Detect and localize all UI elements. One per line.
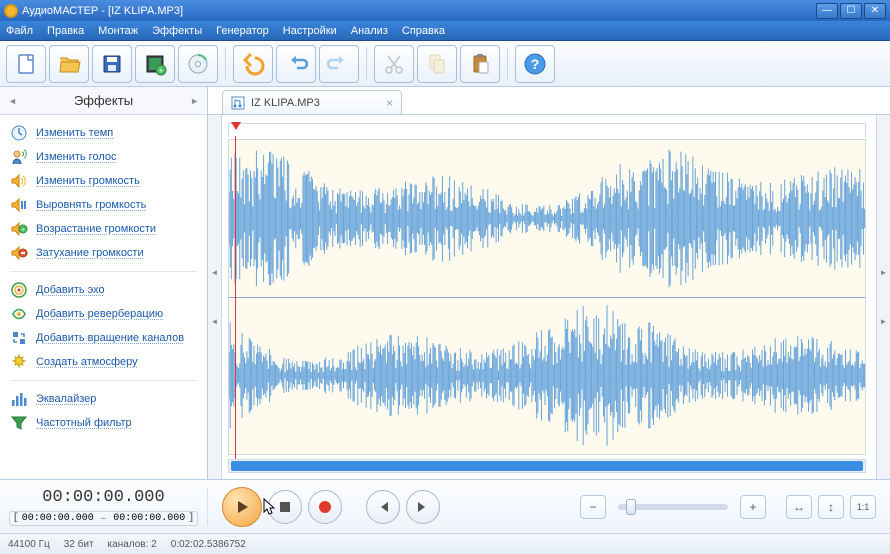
tab-close-icon[interactable]: × (386, 96, 393, 110)
app-icon (4, 4, 18, 18)
timeline-ruler[interactable] (228, 123, 866, 137)
playhead-marker[interactable] (231, 122, 241, 130)
fit-vertical-button[interactable]: ↕ (818, 495, 844, 519)
effects-list: Изменить темп Изменить голос Изменить гр… (0, 115, 207, 479)
effect-fade-in[interactable]: +Возрастание громкости (0, 217, 207, 241)
skip-end-button[interactable] (406, 490, 440, 524)
effect-fade-out[interactable]: Затухание громкости (0, 241, 207, 265)
range-to-input[interactable] (110, 513, 188, 524)
toolbar: + ? (0, 41, 890, 87)
open-button[interactable] (49, 45, 89, 83)
status-bitdepth: 32 бит (64, 539, 94, 550)
effect-equalizer[interactable]: Эквалайзер (0, 387, 207, 411)
undo-button[interactable] (276, 45, 316, 83)
zoom-1to1-button[interactable]: 1:1 (850, 495, 876, 519)
menu-file[interactable]: Файл (6, 25, 33, 37)
waveform-display[interactable] (228, 139, 866, 455)
menu-generator[interactable]: Генератор (216, 25, 269, 37)
menubar: Файл Правка Монтаж Эффекты Генератор Нас… (0, 21, 890, 41)
cut-button[interactable] (374, 45, 414, 83)
menu-help[interactable]: Справка (402, 25, 445, 37)
fit-horizontal-button[interactable]: ↔ (786, 495, 812, 519)
effect-change-tempo[interactable]: Изменить темп (0, 121, 207, 145)
play-button[interactable] (222, 487, 262, 527)
zoom-out-button[interactable]: − (580, 495, 606, 519)
waveform-right-channel (229, 297, 865, 454)
undo-big-button[interactable] (233, 45, 273, 83)
audio-file-icon (231, 96, 245, 110)
svg-text:+: + (159, 66, 164, 75)
effect-frequency-filter[interactable]: Частотный фильтр (0, 411, 207, 435)
effect-change-voice[interactable]: Изменить голос (0, 145, 207, 169)
sidebar-header: ◄ Эффекты ► (0, 87, 207, 115)
skip-start-button[interactable] (366, 490, 400, 524)
stop-button[interactable] (268, 490, 302, 524)
minimize-button[interactable]: — (816, 3, 838, 19)
zoom-slider-knob[interactable] (626, 499, 636, 515)
chevron-right-icon[interactable]: ► (190, 96, 199, 106)
chevron-left-icon[interactable]: ◄ (8, 96, 17, 106)
status-duration: 0:02:02.5386752 (171, 539, 246, 550)
redo-button[interactable] (319, 45, 359, 83)
effect-normalize-volume[interactable]: Выровнять громкость (0, 193, 207, 217)
menu-montage[interactable]: Монтаж (98, 25, 138, 37)
new-button[interactable] (6, 45, 46, 83)
video-button[interactable]: + (135, 45, 175, 83)
effects-sidebar: ◄ Эффекты ► Изменить темп Изменить голос… (0, 87, 208, 479)
tabbar: IZ KLIPA.MP3 × (208, 87, 890, 115)
range-from-input[interactable] (19, 513, 97, 524)
save-button[interactable] (92, 45, 132, 83)
statusbar: 44100 Гц 32 бит каналов: 2 0:02:02.53867… (0, 533, 890, 554)
window-title: АудиоМАСТЕР - [IZ KLIPA.MP3] (22, 5, 183, 17)
right-gutter: ►► (876, 115, 890, 479)
close-button[interactable]: ✕ (864, 3, 886, 19)
left-gutter: ◄◄ (208, 115, 222, 479)
copy-button[interactable] (417, 45, 457, 83)
selection-range: [ – ] (9, 511, 199, 526)
sidebar-title: Эффекты (74, 93, 133, 108)
menu-settings[interactable]: Настройки (283, 25, 337, 37)
waveform-left-channel (229, 140, 865, 297)
cd-button[interactable] (178, 45, 218, 83)
menu-analysis[interactable]: Анализ (351, 25, 388, 37)
horizontal-scrollbar[interactable] (228, 459, 866, 473)
help-button[interactable]: ? (515, 45, 555, 83)
maximize-button[interactable]: ☐ (840, 3, 862, 19)
status-channels: каналов: 2 (108, 539, 157, 550)
status-samplerate: 44100 Гц (8, 539, 50, 550)
record-button[interactable] (308, 490, 342, 524)
menu-edit[interactable]: Правка (47, 25, 84, 37)
tab-label: IZ KLIPA.MP3 (251, 97, 320, 109)
zoom-slider[interactable] (618, 504, 728, 510)
current-time: 00:00:00.000 (42, 488, 164, 507)
effect-change-volume[interactable]: Изменить громкость (0, 169, 207, 193)
time-display-section: 00:00:00.000 [ – ] (0, 488, 208, 526)
menu-effects[interactable]: Эффекты (152, 25, 202, 37)
svg-text:?: ? (531, 56, 540, 72)
effect-create-atmosphere[interactable]: Создать атмосферу (0, 350, 207, 374)
zoom-in-button[interactable]: + (740, 495, 766, 519)
playback-controls (208, 487, 440, 527)
main-area: IZ KLIPA.MP3 × ◄◄ ►► (208, 87, 890, 479)
paste-button[interactable] (460, 45, 500, 83)
transport-bar: 00:00:00.000 [ – ] − + ↔ ↕ 1:1 (0, 479, 890, 533)
effect-add-reverb[interactable]: Добавить реверберацию (0, 302, 207, 326)
effect-add-echo[interactable]: Добавить эхо (0, 278, 207, 302)
titlebar: АудиоМАСТЕР - [IZ KLIPA.MP3] — ☐ ✕ (0, 0, 890, 21)
svg-text:+: + (21, 227, 25, 234)
file-tab[interactable]: IZ KLIPA.MP3 × (222, 90, 402, 114)
zoom-controls: − + ↔ ↕ 1:1 (580, 495, 890, 519)
scrollbar-thumb[interactable] (231, 461, 863, 471)
effect-channel-rotation[interactable]: Добавить вращение каналов (0, 326, 207, 350)
